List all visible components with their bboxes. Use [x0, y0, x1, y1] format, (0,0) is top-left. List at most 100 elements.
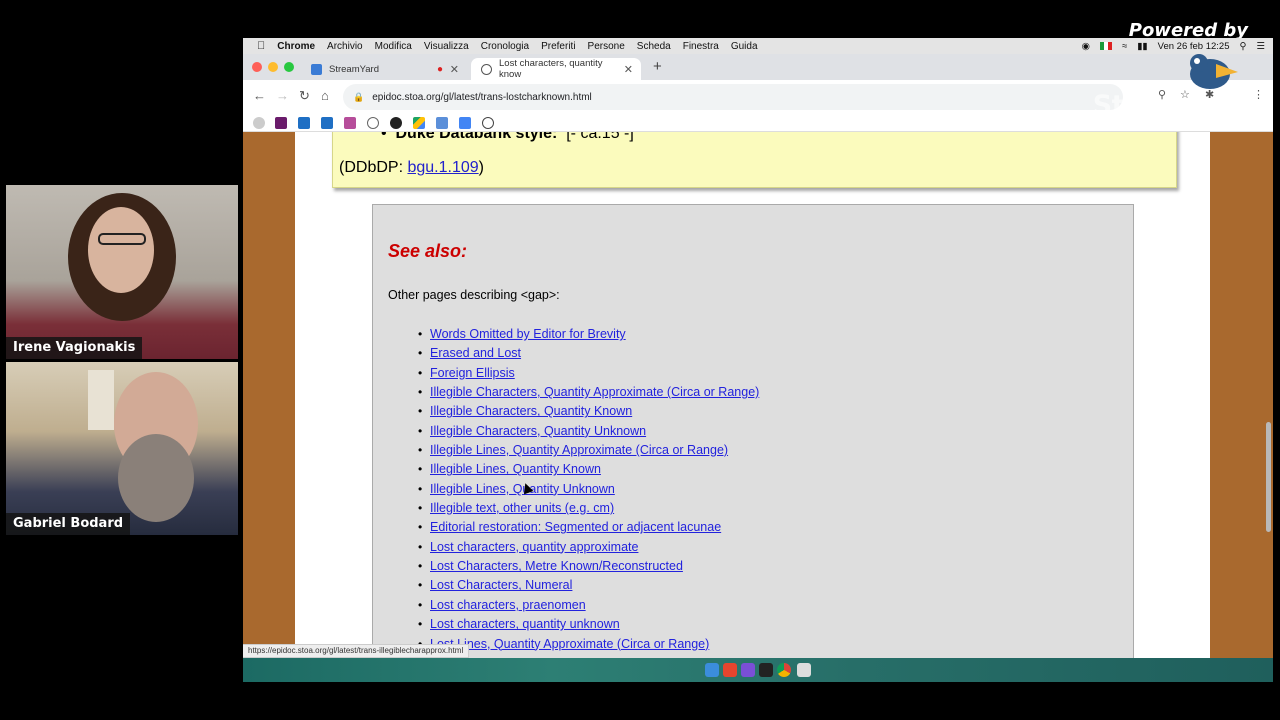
close-window-button[interactable]: [252, 62, 262, 72]
maximize-window-button[interactable]: [284, 62, 294, 72]
dock-xcode-icon[interactable]: [741, 663, 755, 677]
participant-name: Irene Vagionakis: [6, 337, 143, 359]
see-also-heading: See also:: [388, 241, 468, 261]
menu-item-guida[interactable]: Guida: [731, 41, 758, 52]
see-also-link[interactable]: Lost characters, praenomen: [430, 598, 586, 612]
streamyard-duck-icon: [1190, 54, 1238, 89]
menu-item-visualizza[interactable]: Visualizza: [424, 41, 469, 52]
tab-title: StreamYard: [329, 63, 379, 75]
duke-value: [- ca.15 -]: [566, 132, 634, 142]
new-tab-button[interactable]: +: [653, 58, 662, 75]
bookmark-outlook-icon[interactable]: [298, 117, 310, 129]
bookmark-slack-icon[interactable]: [275, 117, 287, 129]
ddbdp-suffix: ): [478, 159, 484, 176]
see-also-link[interactable]: Lost Characters, Numeral: [430, 578, 572, 592]
list-item: Lost Characters, Metre Known/Reconstruct…: [388, 557, 759, 576]
bookmark-web-icon[interactable]: [482, 117, 494, 129]
status-bar-url: https://epidoc.stoa.org/gl/latest/trans-…: [243, 644, 470, 658]
see-also-link[interactable]: Lost Lines, Quantity Approximate (Circa …: [430, 637, 709, 651]
list-item: Illegible Lines, Quantity Unknown: [388, 480, 759, 499]
flag-icon[interactable]: [1099, 42, 1112, 50]
window-light: [88, 370, 114, 430]
duke-label: Duke Databank style:: [395, 132, 558, 142]
home-icon[interactable]: ⌂: [321, 88, 329, 103]
bookmark-globe-icon[interactable]: [253, 117, 265, 129]
participant-beard: [118, 434, 194, 522]
see-also-link[interactable]: Editorial restoration: Segmented or adja…: [430, 520, 721, 534]
bookmark-outlook-icon[interactable]: [321, 117, 333, 129]
menu-item-scheda[interactable]: Scheda: [637, 41, 671, 52]
menu-item-modifica[interactable]: Modifica: [375, 41, 412, 52]
dock-firefox-icon[interactable]: [723, 663, 737, 677]
dock-terminal-icon[interactable]: [759, 663, 773, 677]
see-also-description: Other pages describing <gap>:: [388, 288, 560, 302]
bookmark-docs-icon[interactable]: [459, 117, 471, 129]
list-item: Illegible Characters, Quantity Approxima…: [388, 383, 759, 402]
ddbdp-link[interactable]: bgu.1.109: [407, 159, 478, 176]
apple-icon[interactable]: : [257, 40, 265, 52]
close-tab-icon[interactable]: ✕: [450, 63, 459, 76]
see-also-link[interactable]: Erased and Lost: [430, 346, 521, 360]
participant-tile-gabriel: Gabriel Bodard: [6, 362, 238, 535]
list-item: Illegible Characters, Quantity Unknown: [388, 422, 759, 441]
menu-item-archivio[interactable]: Archivio: [327, 41, 363, 52]
back-icon[interactable]: ←: [253, 88, 266, 103]
see-also-link[interactable]: Lost characters, quantity unknown: [430, 617, 620, 631]
see-also-link[interactable]: Illegible Characters, Quantity Known: [430, 404, 632, 418]
tab-streamyard[interactable]: StreamYard ● ✕: [301, 58, 467, 80]
bookmark-drive-icon[interactable]: [413, 117, 425, 129]
menu-item-cronologia[interactable]: Cronologia: [481, 41, 529, 52]
see-also-link[interactable]: Illegible Characters, Quantity Unknown: [430, 424, 646, 438]
streamyard-stage: Irene Vagionakis Gabriel Bodard Powered …: [0, 0, 1280, 720]
list-item: Words Omitted by Editor for Brevity: [388, 325, 759, 344]
bookmark-calendar-icon[interactable]: [436, 117, 448, 129]
wifi-icon[interactable]: ≈: [1122, 41, 1127, 52]
see-also-link[interactable]: Illegible Characters, Quantity Approxima…: [430, 385, 759, 399]
bookmark-circle-icon[interactable]: [367, 117, 379, 129]
address-bar[interactable]: 🔒 epidoc.stoa.org/gl/latest/trans-lostch…: [343, 84, 1123, 110]
record-icon[interactable]: ◉: [1082, 41, 1090, 52]
participant-tile-irene: Irene Vagionakis: [6, 185, 238, 359]
duke-databank-line: • Duke Databank style: [- ca.15 -]: [381, 132, 634, 143]
close-tab-icon[interactable]: ✕: [624, 63, 633, 76]
search-icon[interactable]: ⚲: [1240, 41, 1247, 52]
list-item: Foreign Ellipsis: [388, 364, 759, 383]
list-item: Illegible Lines, Quantity Approximate (C…: [388, 441, 759, 460]
address-bar-url[interactable]: epidoc.stoa.org/gl/latest/trans-lostchar…: [372, 92, 592, 103]
forward-icon[interactable]: →: [276, 88, 289, 103]
bookmark-github-icon[interactable]: [390, 117, 402, 129]
participant-face: [88, 207, 154, 293]
see-also-list: Words Omitted by Editor for Brevity Eras…: [388, 325, 759, 654]
menu-item-finestra[interactable]: Finestra: [683, 41, 719, 52]
minimize-window-button[interactable]: [268, 62, 278, 72]
streamyard-favicon-icon: [311, 63, 322, 75]
menu-item-preferiti[interactable]: Preferiti: [541, 41, 575, 52]
web-viewport: • Duke Databank style: [- ca.15 -] (DDbD…: [243, 132, 1273, 682]
scrollbar[interactable]: [1266, 422, 1271, 532]
see-also-link[interactable]: Lost Characters, Metre Known/Reconstruct…: [430, 559, 683, 573]
see-also-link[interactable]: Illegible Lines, Quantity Known: [430, 462, 601, 476]
see-also-link[interactable]: Illegible text, other units (e.g. cm): [430, 501, 614, 515]
tab-lost-characters[interactable]: Lost characters, quantity know ✕: [471, 58, 641, 80]
menu-item-persone[interactable]: Persone: [588, 41, 625, 52]
dock-chrome-icon[interactable]: [777, 663, 791, 677]
menu-app-name[interactable]: Chrome: [277, 41, 315, 52]
recording-dot-icon: ●: [436, 63, 443, 75]
globe-favicon-icon: [481, 63, 492, 75]
see-also-link[interactable]: Illegible Lines, Quantity Approximate (C…: [430, 443, 728, 457]
bookmark-wikipedia-icon[interactable]: [344, 117, 356, 129]
see-also-section: See also: Other pages describing <gap>: …: [372, 204, 1134, 682]
dock-finder-icon[interactable]: [705, 663, 719, 677]
battery-icon[interactable]: ▮▮: [1137, 41, 1147, 52]
dock-trash-icon[interactable]: [797, 663, 811, 677]
reload-icon[interactable]: ↻: [299, 88, 310, 104]
see-also-link[interactable]: Lost characters, quantity approximate: [430, 540, 638, 554]
list-item: Illegible text, other units (e.g. cm): [388, 499, 759, 518]
streamyard-logo: StreamYard: [1092, 90, 1267, 121]
see-also-link[interactable]: Words Omitted by Editor for Brevity: [430, 327, 626, 341]
browser-tab-bar: StreamYard ● ✕ Lost characters, quantity…: [243, 54, 1273, 80]
ddbdp-prefix: (DDbDP:: [339, 159, 408, 176]
control-center-icon[interactable]: ☰: [1256, 41, 1265, 52]
ddbdp-line: (DDbDP: bgu.1.109): [339, 159, 484, 177]
see-also-link[interactable]: Foreign Ellipsis: [430, 366, 515, 380]
